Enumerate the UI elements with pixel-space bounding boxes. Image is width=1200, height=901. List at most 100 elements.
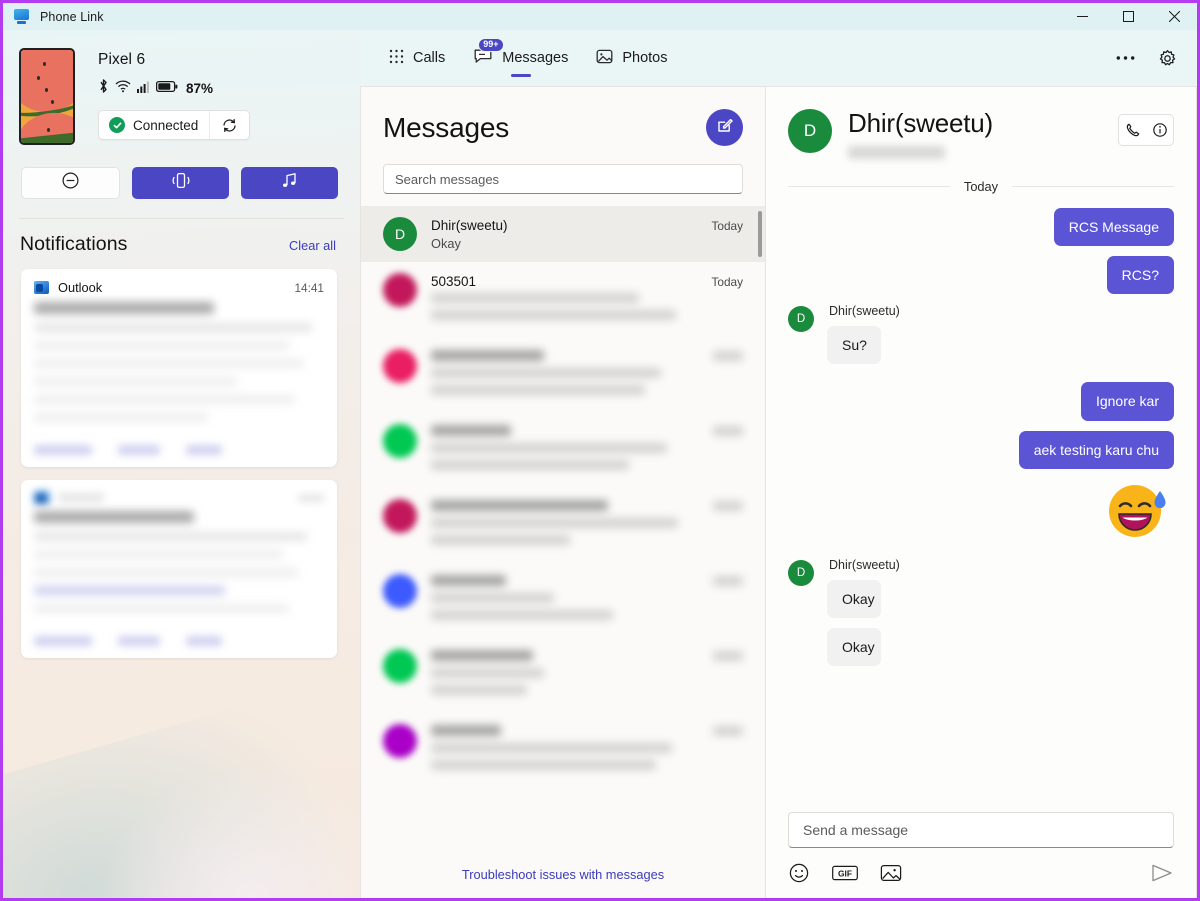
send-icon[interactable] <box>1150 862 1174 884</box>
notification-actions-blurred <box>21 634 337 658</box>
message-row: RCS? <box>788 256 1174 295</box>
messages-list-pane: Messages Search messages D Dhir(sweetu) … <box>360 86 766 898</box>
device-sidebar: Pixel 6 87% Connected Notifications Clea… <box>3 30 360 898</box>
notification-body-blurred <box>21 302 337 443</box>
conversation-list: D Dhir(sweetu) Okay Today 503501 Today <box>361 206 765 854</box>
gif-icon[interactable]: GIF <box>832 864 858 882</box>
conversation-name: Dhir(sweetu) <box>431 218 508 233</box>
notification-app-name: Outlook <box>58 280 103 295</box>
avatar <box>383 424 417 458</box>
maximize-icon[interactable] <box>1105 3 1151 30</box>
message-sender-name: Dhir(sweetu) <box>829 304 900 319</box>
image-icon[interactable] <box>880 863 902 883</box>
minimize-icon[interactable] <box>1059 3 1105 30</box>
tab-photos[interactable]: Photos <box>582 30 681 86</box>
conversation-item[interactable] <box>361 563 765 638</box>
composer-tools: GIF <box>788 848 1174 884</box>
connection-label: Connected <box>133 117 199 133</box>
conversation-item[interactable]: D Dhir(sweetu) Okay Today <box>361 206 765 262</box>
conversation-item[interactable] <box>361 713 765 788</box>
info-icon[interactable] <box>1146 115 1173 145</box>
gear-icon[interactable] <box>1149 41 1185 75</box>
troubleshoot-link[interactable]: Troubleshoot issues with messages <box>361 854 765 898</box>
phone-icon[interactable] <box>1119 115 1146 145</box>
sweat-smile-emoji <box>1106 479 1168 546</box>
phone-vibrate-icon <box>170 171 192 195</box>
message-bubble-incoming: Okay <box>827 579 881 619</box>
do-not-disturb-button[interactable] <box>21 167 120 199</box>
ellipsis-icon[interactable] <box>1107 41 1143 75</box>
message-row: Ignore kar <box>788 382 1174 421</box>
notification-actions-blurred <box>21 443 337 467</box>
device-summary: Pixel 6 87% Connected <box>3 30 360 145</box>
tab-messages[interactable]: 99+ Messages <box>459 30 582 86</box>
bluetooth-icon <box>98 78 109 99</box>
page-title: Messages <box>383 111 510 143</box>
message-group-incoming: D Dhir(sweetu) Okay Okay <box>788 558 1174 676</box>
avatar-initial: D <box>796 566 806 579</box>
clear-all-button[interactable]: Clear all <box>289 238 336 253</box>
tab-calls[interactable]: Calls <box>375 30 459 86</box>
message-group-incoming: D Dhir(sweetu) Su? <box>788 304 1174 374</box>
notification-card[interactable]: Outlook 14:41 <box>21 269 337 467</box>
notification-header <box>21 480 337 511</box>
device-name: Pixel 6 <box>98 51 146 68</box>
cellular-signal-icon <box>137 80 150 98</box>
conversation-name: 503501 <box>431 274 477 289</box>
message-bubble-outgoing: RCS? <box>1106 256 1174 295</box>
close-icon[interactable] <box>1151 3 1197 30</box>
search-input[interactable] <box>395 171 731 187</box>
tab-label: Photos <box>622 50 668 66</box>
conversation-item[interactable] <box>361 338 765 413</box>
outlook-icon <box>34 281 49 294</box>
phone-wallpaper-thumbnail <box>19 48 75 145</box>
avatar <box>383 574 417 608</box>
messages-list-header: Messages <box>361 87 765 194</box>
avatar <box>383 724 417 758</box>
notification-header: Outlook 14:41 <box>21 269 337 302</box>
composer-input-box[interactable] <box>788 812 1174 848</box>
message-row: RCS Message <box>788 207 1174 247</box>
emoji-icon[interactable] <box>788 862 810 884</box>
conversation-item[interactable]: 503501 Today <box>361 262 765 338</box>
message-composer: GIF <box>766 806 1196 898</box>
contact-name: Dhir(sweetu) <box>848 108 993 138</box>
unread-badge: 99+ <box>478 38 504 53</box>
conversation-item[interactable] <box>361 638 765 713</box>
conversation-item[interactable] <box>361 488 765 563</box>
window-title: Phone Link <box>40 9 104 24</box>
contact-phone-blurred <box>848 145 945 159</box>
message-bubble-outgoing: RCS Message <box>1053 207 1174 247</box>
battery-percent: 87% <box>186 81 214 96</box>
conversation-header: D Dhir(sweetu) <box>766 87 1196 159</box>
monitor-icon <box>13 9 30 24</box>
avatar: D <box>788 559 814 586</box>
avatar-initial: D <box>803 121 817 140</box>
refresh-icon[interactable] <box>209 111 249 139</box>
avatar-initial: D <box>394 226 406 242</box>
conversation-item[interactable] <box>361 413 765 488</box>
message-input[interactable] <box>803 822 1159 838</box>
avatar-initial: D <box>796 313 806 326</box>
connection-status-row: Connected <box>98 110 251 140</box>
search-messages-box[interactable] <box>383 164 743 194</box>
battery-icon <box>155 80 178 98</box>
day-separator-label: Today <box>963 178 999 194</box>
svg-text:GIF: GIF <box>838 869 852 879</box>
music-button[interactable] <box>241 167 338 199</box>
message-bubble-outgoing: Ignore kar <box>1080 382 1174 421</box>
phone-link-window: Phone Link Pixel 6 87% Connected Notific… <box>0 0 1200 901</box>
compose-message-button[interactable] <box>706 109 743 146</box>
ring-phone-button[interactable] <box>132 167 229 199</box>
tab-bar: Calls 99+ Messages Photos <box>360 30 1197 86</box>
do-not-disturb-icon <box>61 171 80 195</box>
main-area: Calls 99+ Messages Photos Messages Searc… <box>360 30 1197 898</box>
avatar <box>383 649 417 683</box>
avatar: D <box>788 109 832 153</box>
conversation-actions <box>1118 114 1174 146</box>
notification-card[interactable] <box>21 480 337 658</box>
outlook-icon <box>34 491 49 504</box>
list-scrollbar[interactable] <box>758 206 762 854</box>
device-status-icons: 87% <box>98 78 250 99</box>
avatar <box>383 273 417 307</box>
